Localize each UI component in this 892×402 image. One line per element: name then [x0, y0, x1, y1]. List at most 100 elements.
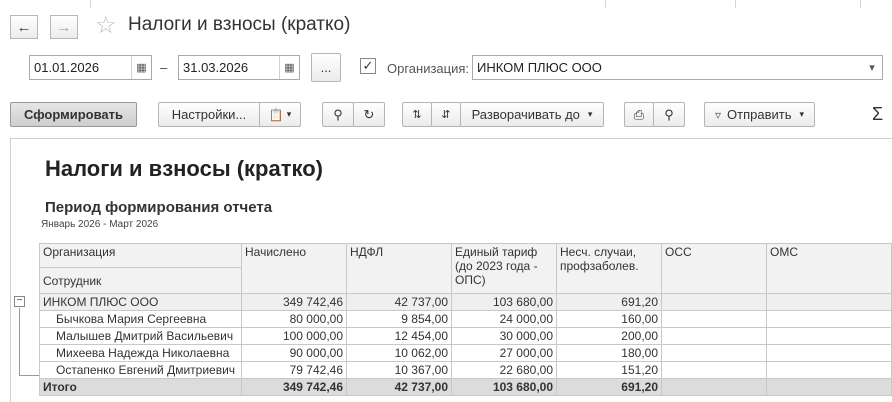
report-title: Налоги и взносы (кратко)	[45, 156, 323, 181]
cell-tariff: 22 680,00	[451, 361, 557, 379]
chrome-separator	[90, 0, 91, 8]
print-preview-button[interactable]: ⚲	[653, 102, 685, 127]
cell-oms	[766, 344, 892, 362]
cell-tariff: 103 680,00	[451, 293, 557, 311]
table-row[interactable]: Михеева Надежда Николаевна 90 000,00 10 …	[39, 344, 892, 362]
cell-accrued: 349 742,46	[241, 293, 347, 311]
sort-desc-button[interactable]: ⇵	[431, 102, 461, 127]
print-button[interactable]: ⎙	[624, 102, 654, 127]
arrow-left-icon: ←	[16, 18, 32, 36]
cell-oms	[766, 310, 892, 328]
cell-accrued: 90 000,00	[241, 344, 347, 362]
cell-name: ИНКОМ ПЛЮС ООО	[39, 293, 242, 311]
col-header-employee: Сотрудник	[39, 267, 242, 294]
group-tree-line	[19, 308, 20, 376]
cell-accrued: 100 000,00	[241, 327, 347, 345]
cell-ndfl: 9 854,00	[346, 310, 452, 328]
cell-name: Бычкова Мария Сергеевна	[39, 310, 242, 328]
forward-button[interactable]: →	[50, 15, 78, 39]
find-button[interactable]: ⚲	[322, 102, 354, 127]
col-header-oss: ОСС	[661, 243, 767, 294]
cell-oss	[661, 344, 767, 362]
collapse-group-icon[interactable]: −	[14, 296, 25, 307]
date-to-field[interactable]: 31.03.2026 ▦	[178, 55, 300, 80]
sort-asc-button[interactable]: ⇅	[402, 102, 432, 127]
expand-to-button[interactable]: Разворачивать до ▾	[460, 102, 604, 127]
page-title: Налоги и взносы (кратко)	[128, 14, 351, 35]
group-tree-line	[19, 375, 39, 376]
report-period: Январь 2026 - Март 2026	[41, 219, 159, 230]
col-header-accrued: Начислено	[241, 243, 347, 294]
favorite-star-icon[interactable]: ☆	[95, 11, 117, 40]
send-button[interactable]: ▿ Отправить ▾	[704, 102, 815, 127]
table-row[interactable]: Бычкова Мария Сергеевна 80 000,00 9 854,…	[39, 310, 892, 328]
checkmark-icon: ✓	[362, 58, 374, 73]
cell-ndfl: 42 737,00	[346, 293, 452, 311]
cell-oss	[661, 361, 767, 379]
settings-button[interactable]: Настройки...	[158, 102, 260, 127]
report-table: Организация Начислено НДФЛ Единый тариф …	[39, 243, 892, 396]
table-row-total[interactable]: Итого 349 742,46 42 737,00 103 680,00 69…	[39, 378, 892, 396]
cell-tariff: 27 000,00	[451, 344, 557, 362]
organization-checkbox[interactable]: ✓	[360, 58, 376, 74]
sort-ascending-icon: ⇅	[412, 109, 422, 121]
cell-oss	[661, 310, 767, 328]
chrome-separator	[605, 0, 606, 8]
select-period-button[interactable]: ...	[311, 53, 341, 82]
cell-name: Михеева Надежда Николаевна	[39, 344, 242, 362]
chrome-separator	[860, 0, 861, 8]
cell-tariff: 103 680,00	[451, 378, 557, 396]
cell-oms	[766, 378, 892, 396]
cell-accrued: 79 742,46	[241, 361, 347, 379]
table-row-organization[interactable]: ИНКОМ ПЛЮС ООО 349 742,46 42 737,00 103 …	[39, 293, 892, 311]
generate-button[interactable]: Сформировать	[10, 102, 137, 127]
cell-oms	[766, 361, 892, 379]
report-variants-icon: 📋	[268, 107, 284, 122]
find-next-button[interactable]: ↻	[353, 102, 385, 127]
dropdown-arrow-icon[interactable]: ▾	[862, 56, 882, 79]
cell-name: Остапенко Евгений Дмитриевич	[39, 361, 242, 379]
cell-ndfl: 10 367,00	[346, 361, 452, 379]
cell-name: Итого	[39, 378, 242, 396]
table-header-row: Организация Начислено НДФЛ Единый тариф …	[39, 243, 892, 294]
chevron-down-icon: ▾	[286, 109, 292, 119]
calendar-icon[interactable]: ▦	[131, 56, 151, 79]
col-header-single-tariff-line2: (до 2023 года -	[455, 259, 538, 273]
search-next-icon: ↻	[363, 106, 375, 122]
cell-ndfl: 10 062,00	[346, 344, 452, 362]
cell-accrued: 349 742,46	[241, 378, 347, 396]
organization-label: Организация:	[387, 61, 470, 76]
cell-accident: 151,20	[556, 361, 662, 379]
cell-accident: 160,00	[556, 310, 662, 328]
cell-accrued: 80 000,00	[241, 310, 347, 328]
col-header-single-tariff: Единый тариф (до 2023 года - ОПС)	[451, 243, 557, 294]
date-from-value: 01.01.2026	[34, 60, 100, 75]
cell-tariff: 30 000,00	[451, 327, 557, 345]
cell-oss	[661, 327, 767, 345]
date-range-separator: –	[160, 60, 168, 75]
date-to-value: 31.03.2026	[183, 60, 249, 75]
cell-oms	[766, 293, 892, 311]
date-from-field[interactable]: 01.01.2026 ▦	[29, 55, 152, 80]
cell-oms	[766, 327, 892, 345]
col-header-accident: Несч. случаи, профзаболев.	[556, 243, 662, 294]
col-header-accident-line2: профзаболев.	[560, 259, 639, 273]
variants-button[interactable]: 📋 ▾	[259, 102, 301, 127]
col-header-organization: Организация	[39, 243, 242, 268]
cell-accident: 200,00	[556, 327, 662, 345]
table-row[interactable]: Малышев Дмитрий Васильевич 100 000,00 12…	[39, 327, 892, 345]
sum-icon[interactable]: Σ	[872, 104, 883, 125]
report-subtitle: Период формирования отчета	[45, 199, 273, 216]
organization-field[interactable]: ИНКОМ ПЛЮС ООО ▾	[472, 55, 883, 80]
col-header-single-tariff-line3: ОПС)	[455, 273, 486, 287]
print-preview-icon: ⚲	[664, 106, 674, 122]
printer-icon: ⎙	[633, 106, 645, 122]
send-icon: ▿	[714, 107, 722, 122]
table-row[interactable]: Остапенко Евгений Дмитриевич 79 742,46 1…	[39, 361, 892, 379]
search-icon: ⚲	[333, 106, 343, 122]
organization-value: ИНКОМ ПЛЮС ООО	[477, 60, 602, 75]
cell-tariff: 24 000,00	[451, 310, 557, 328]
cell-ndfl: 42 737,00	[346, 378, 452, 396]
calendar-icon[interactable]: ▦	[279, 56, 299, 79]
back-button[interactable]: ←	[10, 15, 38, 39]
